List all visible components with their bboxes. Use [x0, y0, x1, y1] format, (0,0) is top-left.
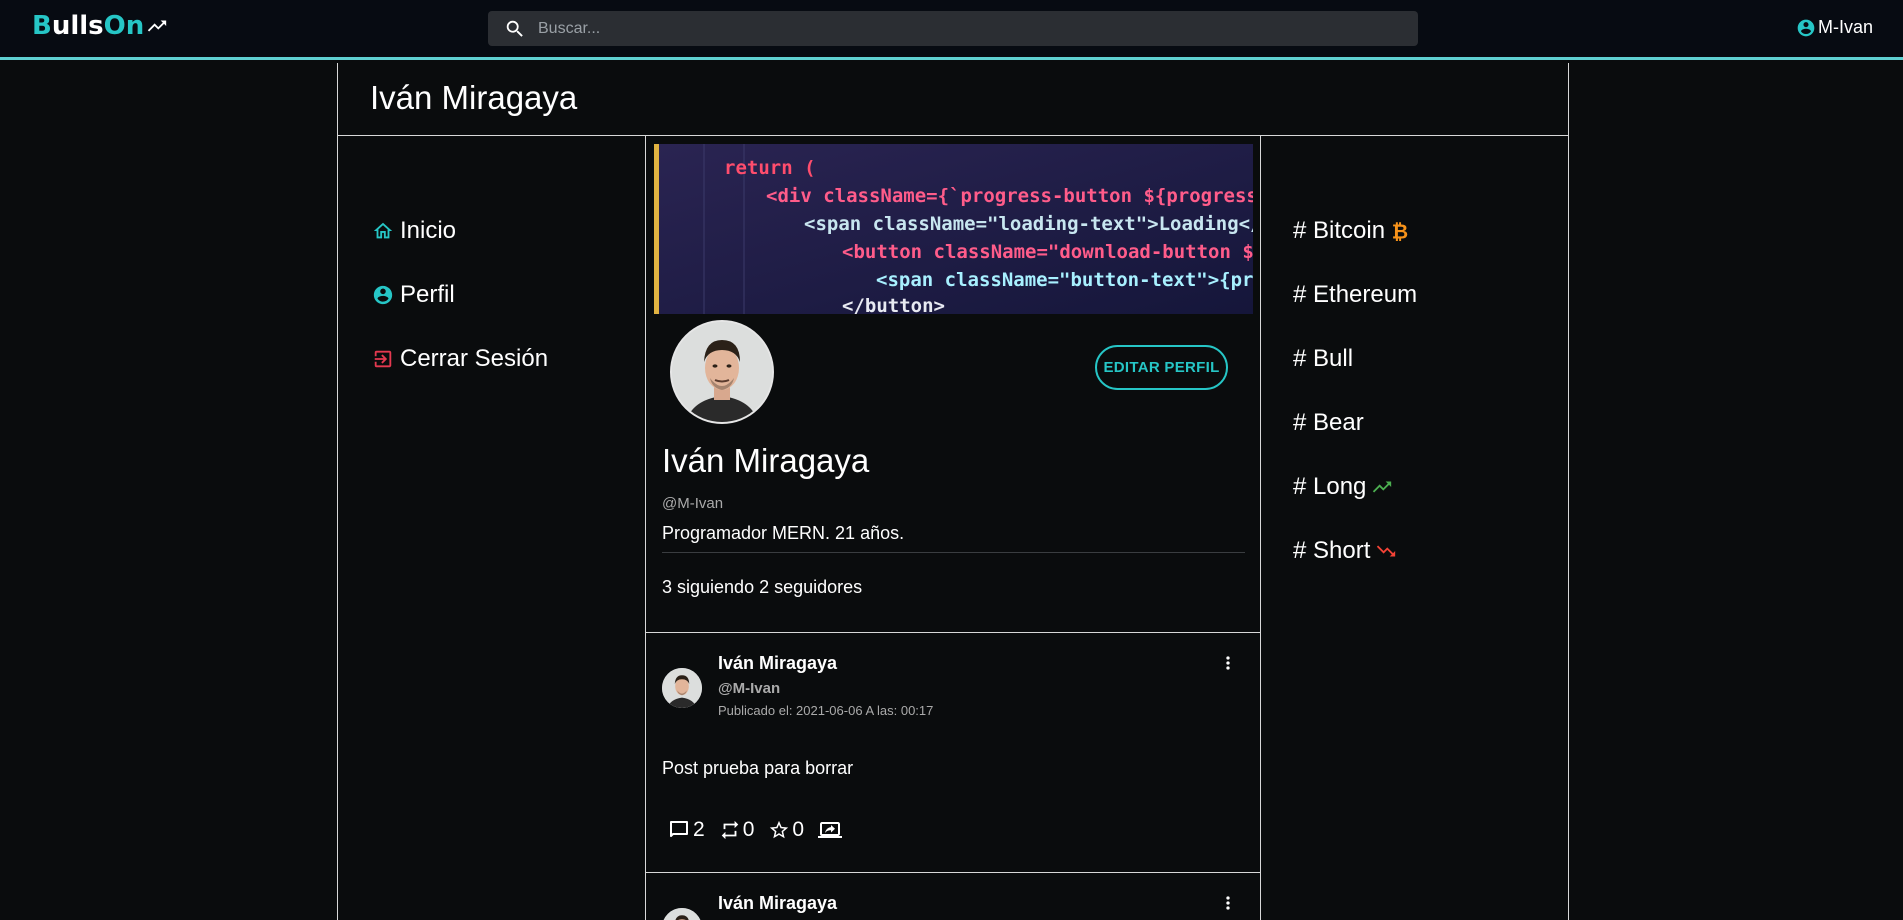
comment-count: 2	[693, 818, 705, 841]
page-header: Iván Miragaya	[338, 63, 1568, 136]
comment-icon	[670, 821, 688, 837]
post-card: Iván Miragaya	[646, 872, 1260, 920]
more-vert-icon[interactable]	[1218, 653, 1238, 678]
tag-long[interactable]: # Long	[1293, 455, 1417, 519]
user-circle-icon	[373, 285, 393, 305]
tag-label: # Ethereum	[1293, 281, 1418, 308]
nav-item-inicio[interactable]: Inicio	[372, 199, 548, 263]
tag-label: # Bitcoin	[1293, 217, 1386, 244]
post-author-handle: @M-Ivan	[718, 680, 781, 697]
svg-text:return (: return (	[724, 157, 816, 179]
trending-up-icon	[148, 20, 167, 32]
retweet-count: 0	[742, 818, 755, 841]
logo-text-on: On	[103, 11, 145, 41]
account-circle-icon	[1797, 19, 1815, 36]
bullson-logo[interactable]: Bulls On	[32, 11, 168, 41]
nav-label: Inicio	[400, 217, 457, 244]
svg-text:<div className={`progress-butt: <div className={`progress-button ${progr…	[766, 185, 1253, 207]
page-title: Iván Miragaya	[370, 79, 578, 116]
svg-text:<button className="download-bu: <button className="download-button ${act…	[842, 241, 1253, 263]
top-app-bar: BullsOn M-Ivan	[0, 0, 1903, 60]
divider	[662, 552, 1245, 553]
tag-bull[interactable]: # Bull	[1293, 327, 1417, 391]
profile-banner: return ( <div className={`progress-butto…	[654, 144, 1253, 314]
post-actions: 2 0 0	[667, 818, 858, 842]
post-date: Publicado el: 2021-06-06 A las: 00:17	[718, 703, 934, 718]
share-screen-icon	[818, 822, 843, 838]
search-icon	[506, 20, 523, 37]
more-vert-icon[interactable]	[1218, 893, 1238, 918]
nav-label: Cerrar Sesión	[400, 345, 549, 372]
post-card: Iván Miragaya @M-Ivan Publicado el: 2021…	[646, 632, 1260, 872]
profile-handle: @M-Ivan	[662, 495, 724, 512]
profile-bio: Programador MERN. 21 años.	[662, 523, 905, 543]
banner-code-image: return ( <div className={`progress-butto…	[654, 144, 1253, 314]
nav-label: Perfil	[400, 281, 455, 308]
tag-label: # Long	[1293, 473, 1367, 500]
post-text: Post prueba para borrar	[662, 758, 854, 778]
profile-name: Iván Miragaya	[662, 442, 870, 479]
search-bar[interactable]	[488, 11, 1418, 46]
tag-bear[interactable]: # Bear	[1293, 391, 1417, 455]
left-nav: Inicio Perfil Cerrar Sesión	[372, 199, 548, 391]
share-button[interactable]	[818, 818, 844, 842]
svg-text:₿: ₿	[1392, 220, 1408, 242]
comment-button[interactable]: 2	[667, 818, 705, 842]
tag-short[interactable]: # Short	[1293, 519, 1417, 583]
svg-text:</button>: </button>	[842, 295, 945, 314]
tag-label: # Bull	[1293, 345, 1354, 372]
star-button[interactable]: 0	[768, 818, 804, 842]
post-avatar[interactable]	[662, 668, 702, 708]
follow-stats[interactable]: 3 siguiendo 2 seguidores	[662, 577, 862, 598]
avatar-photo	[672, 322, 772, 422]
user-menu[interactable]: M-Ivan	[1796, 17, 1873, 38]
profile-avatar[interactable]	[670, 320, 774, 424]
post-author-name[interactable]: Iván Miragaya	[718, 653, 837, 674]
main-frame: Iván Miragaya Inicio Perfil Cerrar Sesió…	[337, 63, 1569, 920]
star-count: 0	[792, 818, 805, 841]
star-outline-icon	[770, 820, 789, 839]
username-label: M-Ivan	[1817, 17, 1873, 37]
svg-text:<span className="button-text">: <span className="button-text">{progress	[876, 269, 1253, 291]
trending-tags: # Bitcoin ₿ # Ethereum # Bull # Bear # L…	[1293, 199, 1417, 583]
tag-label: # Bear	[1293, 409, 1364, 436]
edit-profile-button[interactable]: EDITAR PERFIL	[1095, 345, 1228, 390]
avatar-photo	[662, 668, 702, 708]
tag-bitcoin[interactable]: # Bitcoin ₿	[1293, 199, 1417, 263]
logout-icon	[374, 350, 392, 368]
tag-label: # Short	[1293, 537, 1371, 564]
search-input[interactable]	[538, 19, 1398, 38]
retweet-button[interactable]: 0	[719, 818, 755, 842]
svg-text:<span className="loading-text": <span className="loading-text">Loading</…	[804, 213, 1253, 235]
nav-item-cerrar-sesion[interactable]: Cerrar Sesión	[372, 327, 548, 391]
tag-ethereum[interactable]: # Ethereum	[1293, 263, 1417, 327]
repeat-icon	[721, 820, 738, 840]
nav-item-perfil[interactable]: Perfil	[372, 263, 548, 327]
logo-bitcoin-letter: B	[32, 11, 52, 41]
logo-text-bulls: ulls	[51, 11, 104, 41]
avatar-photo	[662, 908, 702, 920]
post-avatar[interactable]	[662, 908, 702, 920]
home-icon	[373, 222, 393, 239]
trending-up-icon	[1373, 481, 1392, 493]
trending-down-icon	[1377, 545, 1396, 557]
post-author-name[interactable]: Iván Miragaya	[718, 893, 837, 914]
profile-column: return ( <div className={`progress-butto…	[645, 136, 1261, 920]
bitcoin-icon: ₿	[1392, 220, 1408, 242]
